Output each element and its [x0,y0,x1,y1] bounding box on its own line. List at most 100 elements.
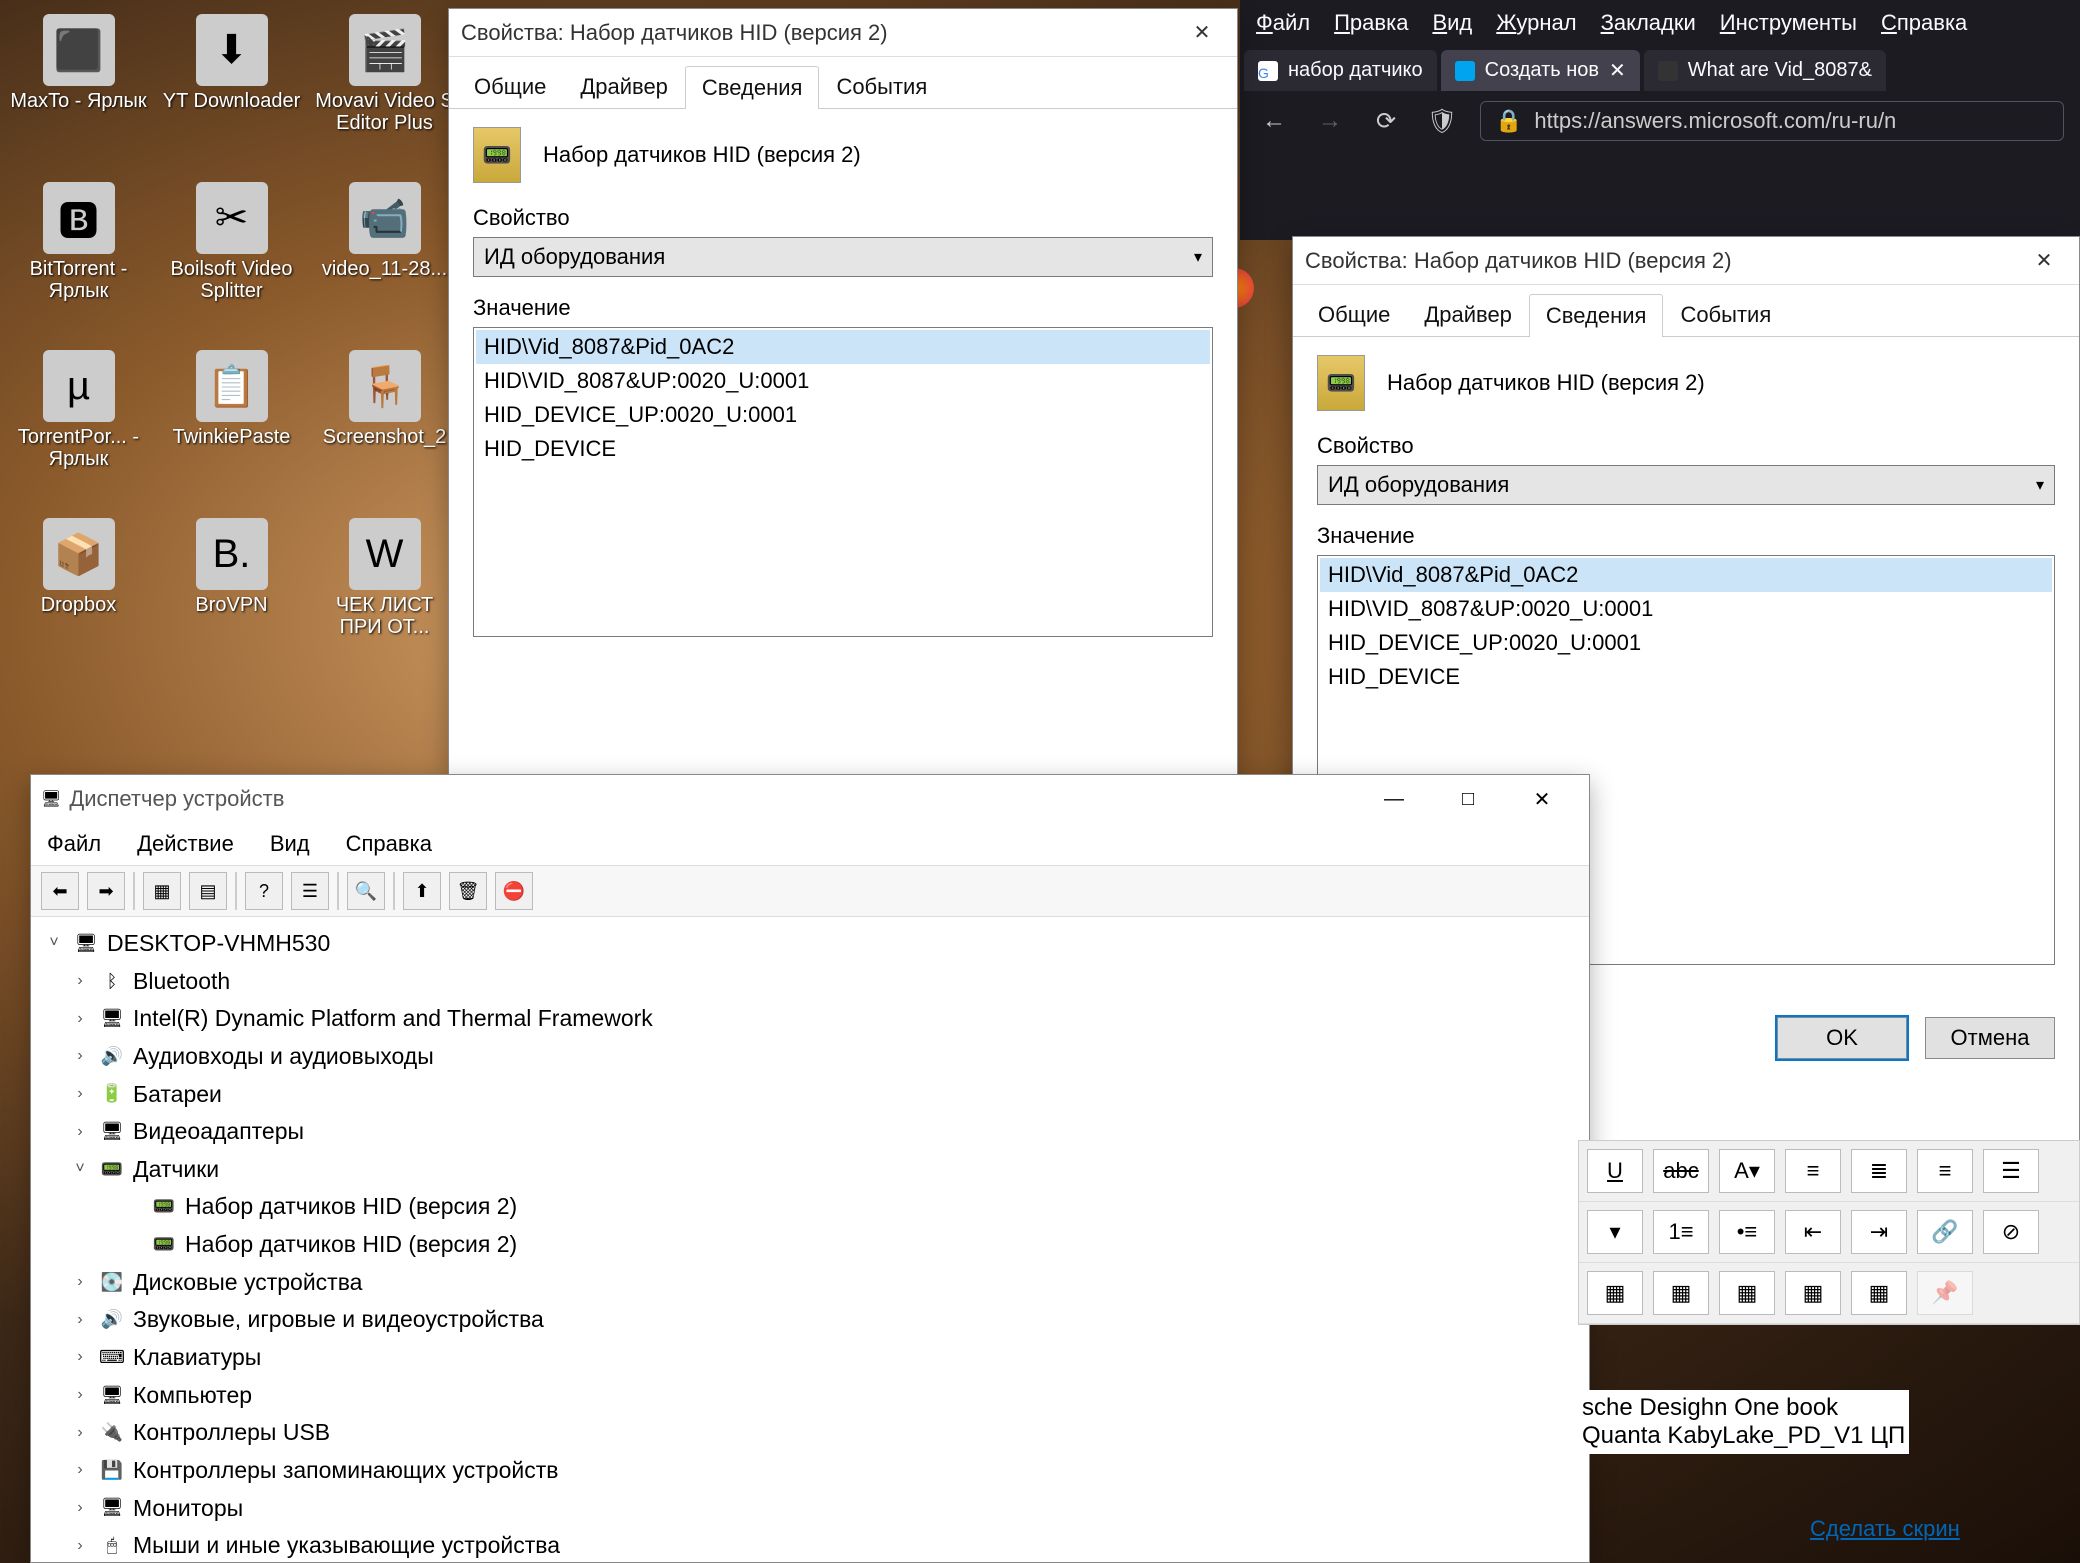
tab-Общие[interactable]: Общие [1301,293,1407,336]
desktop-icon[interactable]: 🎬Movavi Video S Editor Plus [312,6,457,166]
tree-leaf[interactable]: 📟Набор датчиков HID (версия 2) [43,1188,1577,1226]
tree-leaf[interactable]: 📟Набор датчиков HID (версия 2) [43,1226,1577,1264]
tab-Драйвер[interactable]: Драйвер [1407,293,1529,336]
tree-node[interactable]: ›💽Дисковые устройства [43,1264,1577,1302]
cancel-button[interactable]: Отмена [1925,1017,2055,1059]
outdent-button[interactable]: ⇤ [1785,1210,1841,1254]
list-item[interactable]: HID\VID_8087&UP:0020_U:0001 [476,364,1210,398]
menu-item[interactable]: Вид [1432,10,1472,36]
expand-icon[interactable]: › [69,1534,91,1559]
help-button[interactable]: ? [245,872,283,910]
table-button-5[interactable]: ▦ [1851,1271,1907,1315]
tree-node[interactable]: ›🖥Intel(R) Dynamic Platform and Thermal … [43,1000,1577,1038]
tree-node[interactable]: ›🖥Мониторы [43,1490,1577,1528]
table-button-2[interactable]: ▦ [1653,1271,1709,1315]
collapse-icon[interactable]: ˅ [43,931,65,956]
properties-button[interactable]: ☰ [291,872,329,910]
expand-icon[interactable]: › [69,1308,91,1333]
tab-Драйвер[interactable]: Драйвер [563,65,685,108]
ok-button[interactable]: OK [1777,1017,1907,1059]
tree-node[interactable]: ›ᛒBluetooth [43,963,1577,1001]
browser-tab[interactable]: What are Vid_8087& [1644,50,1886,91]
expand-icon[interactable]: › [69,1345,91,1370]
list-item[interactable]: HID_DEVICE [1320,660,2052,694]
property-dropdown[interactable]: ИД оборудования ▾ [473,237,1213,277]
desktop-icon[interactable]: B.BroVPN [159,510,304,670]
show-hidden-button[interactable]: ▦ [143,872,181,910]
expand-icon[interactable]: › [69,1383,91,1408]
list-item[interactable]: HID_DEVICE_UP:0020_U:0001 [1320,626,2052,660]
unlink-button[interactable]: ⊘ [1983,1210,2039,1254]
indent-button[interactable]: ⇥ [1851,1210,1907,1254]
tree-node[interactable]: ˅📟Датчики [43,1151,1577,1189]
list-item[interactable]: HID\Vid_8087&Pid_0AC2 [1320,558,2052,592]
dropdown-button[interactable]: ▾ [1587,1210,1643,1254]
pin-button[interactable]: 📌 [1917,1271,1973,1315]
expand-icon[interactable]: ˅ [69,1157,91,1182]
tab-События[interactable]: События [819,65,944,108]
table-button-1[interactable]: ▦ [1587,1271,1643,1315]
menu-item[interactable]: Журнал [1496,10,1576,36]
menu-item[interactable]: Файл [1256,10,1310,36]
tab-Сведения[interactable]: Сведения [1529,294,1664,337]
forward-button[interactable]: ➡ [87,872,125,910]
tree-node[interactable]: ›🖱Мыши и иные указывающие устройства [43,1527,1577,1560]
expand-icon[interactable]: › [69,1120,91,1145]
align-justify-button[interactable]: ☰ [1983,1149,2039,1193]
menu-item[interactable]: Вид [270,831,310,857]
expand-icon[interactable]: › [69,1270,91,1295]
tree-node[interactable]: ›🔊Звуковые, игровые и видеоустройства [43,1301,1577,1339]
screenshot-link[interactable]: Сделать скрин [1810,1516,1960,1542]
back-button[interactable]: ← [1256,103,1292,139]
underline-button[interactable]: U [1587,1149,1643,1193]
back-button[interactable]: ⬅ [41,872,79,910]
expand-icon[interactable]: › [69,1044,91,1069]
tab-События[interactable]: События [1663,293,1788,336]
uninstall-button[interactable]: 🗑 [449,872,487,910]
ordered-list-button[interactable]: 1≡ [1653,1210,1709,1254]
tree-node[interactable]: ›🔌Контроллеры USB [43,1414,1577,1452]
desktop-icon[interactable]: WЧЕК ЛИСТ ПРИ ОТ... [312,510,457,670]
disable-button[interactable]: ⛔ [495,872,533,910]
close-button[interactable]: ✕ [2021,245,2067,277]
url-bar[interactable]: 🔒 https://answers.microsoft.com/ru-ru/n [1480,101,2064,141]
expand-icon[interactable]: › [69,1082,91,1107]
reload-button[interactable]: ⟳ [1368,103,1404,139]
align-right-button[interactable]: ≡ [1917,1149,1973,1193]
close-button[interactable]: ✕ [1179,17,1225,49]
align-left-button[interactable]: ≡ [1785,1149,1841,1193]
table-button-3[interactable]: ▦ [1719,1271,1775,1315]
menu-item[interactable]: Инструменты [1720,10,1857,36]
desktop-icon[interactable]: 📹video_11-28... [312,174,457,334]
tree-root[interactable]: ˅🖥DESKTOP-VHMH530 [43,925,1577,963]
menu-item[interactable]: Справка [1881,10,1967,36]
tree-node[interactable]: ›💾Контроллеры запоминающих устройств [43,1452,1577,1490]
scan-button[interactable]: 🔍 [347,872,385,910]
table-button-4[interactable]: ▦ [1785,1271,1841,1315]
tree-node[interactable]: ›🖥Видеоадаптеры [43,1113,1577,1151]
desktop-icon[interactable]: ✂Boilsoft Video Splitter [159,174,304,334]
update-driver-button[interactable]: ⬆ [403,872,441,910]
menu-item[interactable]: Справка [346,831,432,857]
desktop-icon[interactable]: 🅱BitTorrent - Ярлык [6,174,151,334]
desktop-icon[interactable]: 📦Dropbox [6,510,151,670]
close-tab-button[interactable]: ✕ [1609,58,1626,83]
value-listbox[interactable]: HID\Vid_8087&Pid_0AC2HID\VID_8087&UP:002… [473,327,1213,637]
align-center-button[interactable]: ≣ [1851,1149,1907,1193]
menu-item[interactable]: Файл [47,831,101,857]
list-item[interactable]: HID\Vid_8087&Pid_0AC2 [476,330,1210,364]
maximize-button[interactable]: □ [1431,779,1505,819]
minimize-button[interactable]: — [1357,779,1431,819]
tree-node[interactable]: ›🖥Компьютер [43,1377,1577,1415]
list-item[interactable]: HID_DEVICE [476,432,1210,466]
link-button[interactable]: 🔗 [1917,1210,1973,1254]
desktop-icon[interactable]: ⬛MaxTo - Ярлык [6,6,151,166]
expand-icon[interactable]: › [69,1007,91,1032]
forward-button[interactable]: → [1312,103,1348,139]
tree-node[interactable]: ›🔊Аудиовходы и аудиовыходы [43,1038,1577,1076]
menu-item[interactable]: Закладки [1601,10,1696,36]
expand-icon[interactable]: › [69,1458,91,1483]
desktop-icon[interactable]: 🪑Screenshot_2 [312,342,457,502]
close-button[interactable]: ✕ [1505,779,1579,819]
unordered-list-button[interactable]: •≡ [1719,1210,1775,1254]
